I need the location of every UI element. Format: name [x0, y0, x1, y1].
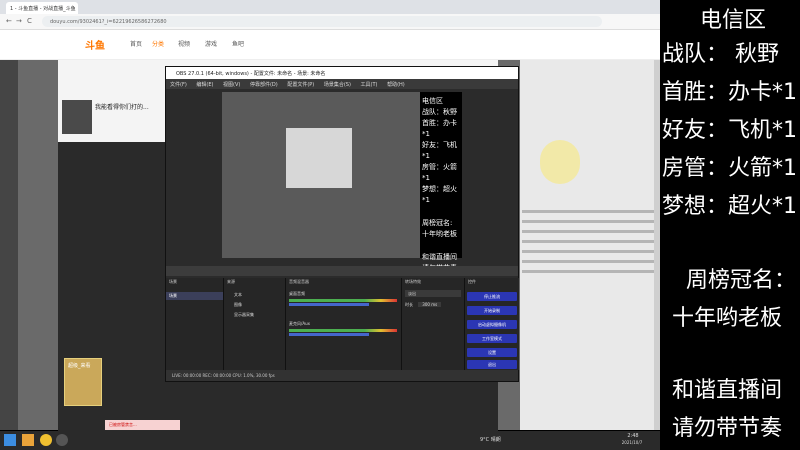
overlay-dream: 梦想：超火*1 [662, 194, 797, 219]
reload-icon[interactable]: C [27, 17, 32, 25]
file-explorer-icon[interactable] [22, 434, 34, 446]
chat-line [522, 250, 656, 253]
obs-status-bar: LIVE: 00:00:00 REC: 00:00:00 CPU: 1.0%, … [166, 370, 518, 381]
site-header: 斗鱼 首页 分类 视频 游戏 鱼吧 [0, 30, 660, 60]
audio-meter [289, 329, 397, 332]
mini-line: 好友：飞机*1 [422, 141, 457, 160]
overlay-team: 战队： 秋野 [662, 42, 779, 67]
sources-dock: 来源 文本 图像 显示器采集 [224, 278, 286, 370]
menu-scene-collection[interactable]: 场景集合(S) [324, 81, 351, 88]
audio-mixer-dock: 音频混音器 桌面音频 麦克风/Aux [286, 278, 402, 370]
chat-panel [520, 60, 660, 430]
transitions-dock: 转场特效 淡出 时长 300 ms [402, 278, 465, 370]
duration-input[interactable]: 300 ms [418, 302, 442, 307]
transitions-title: 转场特效 [405, 279, 421, 284]
mini-line: 周榜冠名: [422, 219, 453, 227]
browser-toolbar: ← → C douyu.com/9302461?_i=6221962658627… [0, 14, 660, 30]
mini-line: 战队：秋野 [422, 108, 457, 116]
overlay-weekly-title: 周榜冠名： [686, 268, 797, 293]
overlay-region: 电信区 [700, 8, 767, 33]
menu-profile[interactable]: 配置文件(P) [287, 81, 314, 88]
overlay-first-win: 首胜：办卡*1 [662, 80, 797, 105]
chat-line [522, 220, 656, 223]
weather-widget[interactable]: 9°C 晴朗 [480, 436, 501, 443]
scene-item[interactable]: 场景 [166, 292, 223, 300]
nested-inner-window [286, 128, 352, 188]
source-item[interactable]: 显示器采集 [224, 310, 285, 320]
duration-label: 时长 [405, 302, 413, 307]
nav-home[interactable]: 首页 [130, 39, 142, 48]
nav-fishbar[interactable]: 鱼吧 [232, 39, 244, 48]
sources-title: 来源 [227, 279, 235, 284]
overlay-admin: 房管：火箭*1 [662, 156, 797, 181]
mini-line: 和谐直播间 [422, 253, 457, 261]
volume-slider[interactable] [289, 333, 369, 336]
exit-button[interactable]: 退出 [467, 360, 517, 369]
clock-date: 2021/10/7 [621, 440, 643, 445]
chat-line [522, 260, 656, 263]
mini-line: 房管：火箭*1 [422, 163, 457, 182]
chat-line [522, 270, 656, 273]
mixer-channel-label: 桌面音频 [289, 291, 305, 296]
nav-game[interactable]: 游戏 [205, 39, 217, 48]
scenes-dock: 场景 场景 [166, 278, 224, 370]
source-item[interactable]: 文本 [224, 290, 285, 300]
chat-line [522, 230, 656, 233]
clock-time[interactable]: 2:48 [615, 433, 651, 439]
mixer-channel-label: 麦克风/Aux [289, 321, 310, 326]
audio-meter [289, 299, 397, 302]
streamer-avatar[interactable] [62, 100, 92, 134]
menu-edit[interactable]: 编辑(E) [196, 81, 213, 88]
overlay-friend: 好友：飞机*1 [662, 118, 797, 143]
menu-view[interactable]: 视图(V) [223, 81, 240, 88]
toast-message: 已被房管禁言... [105, 420, 180, 430]
chrome-icon[interactable] [40, 434, 52, 446]
obs-dock-header [166, 266, 518, 276]
transition-select[interactable]: 淡出 [405, 290, 461, 297]
room-title: 我能看得你们打的... [95, 104, 149, 111]
virtual-camera-button[interactable]: 启动虚拟摄像机 [467, 320, 517, 329]
overlay-notice-1: 和谐直播间 [672, 378, 783, 403]
chat-line [522, 210, 656, 213]
mini-line: 梦想：超火*1 [422, 185, 457, 204]
mixer-title: 音频混音器 [289, 279, 309, 284]
duration-row: 时长 300 ms [402, 301, 464, 309]
left-rail [0, 60, 18, 430]
nav-category[interactable]: 分类 [152, 39, 164, 48]
settings-button[interactable]: 设置 [467, 348, 517, 357]
menu-docks[interactable]: 停靠部件(D) [250, 81, 278, 88]
chat-line [522, 240, 656, 243]
obs-titlebar: OBS 27.0.1 (64-bit, windows) - 配置文件: 未命名… [166, 67, 518, 79]
obs-menubar: 文件(F) 编辑(E) 视图(V) 停靠部件(D) 配置文件(P) 场景集合(S… [166, 79, 518, 89]
start-icon[interactable] [4, 434, 16, 446]
back-icon[interactable]: ← [6, 17, 12, 25]
start-recording-button[interactable]: 开始录制 [467, 306, 517, 315]
mini-line: 电信区 [422, 97, 443, 105]
stop-streaming-button[interactable]: 停止推流 [467, 292, 517, 301]
windows-taskbar: 9°C 晴朗 2:48 2021/10/7 [0, 431, 660, 450]
nav-video[interactable]: 视频 [178, 39, 190, 48]
menu-help[interactable]: 帮助(H) [387, 81, 405, 88]
browser-tab[interactable]: 1 - 斗鱼直播 - 对战直播_斗鱼 [6, 2, 78, 14]
forward-icon[interactable]: → [16, 17, 22, 25]
obs-icon[interactable] [56, 434, 68, 446]
browser-tab-strip: 1 - 斗鱼直播 - 对战直播_斗鱼 [0, 0, 660, 14]
source-item[interactable]: 图像 [224, 300, 285, 310]
controls-title: 控件 [468, 279, 476, 284]
gift-banner[interactable]: 超级_来看 [64, 358, 102, 406]
overlay-weekly-sponsor: 十年哟老板 [672, 306, 783, 331]
nested-overlay-text: 电信区 战队：秋野 首胜：办卡*1 好友：飞机*1 房管：火箭*1 梦想：超火*… [420, 92, 462, 272]
address-bar[interactable]: douyu.com/9302461?_i=62219626586272680 [42, 16, 602, 27]
site-logo[interactable]: 斗鱼 [85, 37, 105, 52]
volume-slider[interactable] [289, 303, 369, 306]
scenes-title: 场景 [169, 279, 177, 284]
overlay-notice-2: 请勿带节奏 [672, 416, 783, 441]
mascot-image [540, 140, 580, 184]
mini-line: 首胜：办卡*1 [422, 119, 457, 138]
menu-file[interactable]: 文件(F) [170, 81, 187, 88]
studio-mode-button[interactable]: 工作室模式 [467, 334, 517, 343]
mini-line: 十年哟老板 [422, 230, 457, 238]
menu-tools[interactable]: 工具(T) [361, 81, 378, 88]
